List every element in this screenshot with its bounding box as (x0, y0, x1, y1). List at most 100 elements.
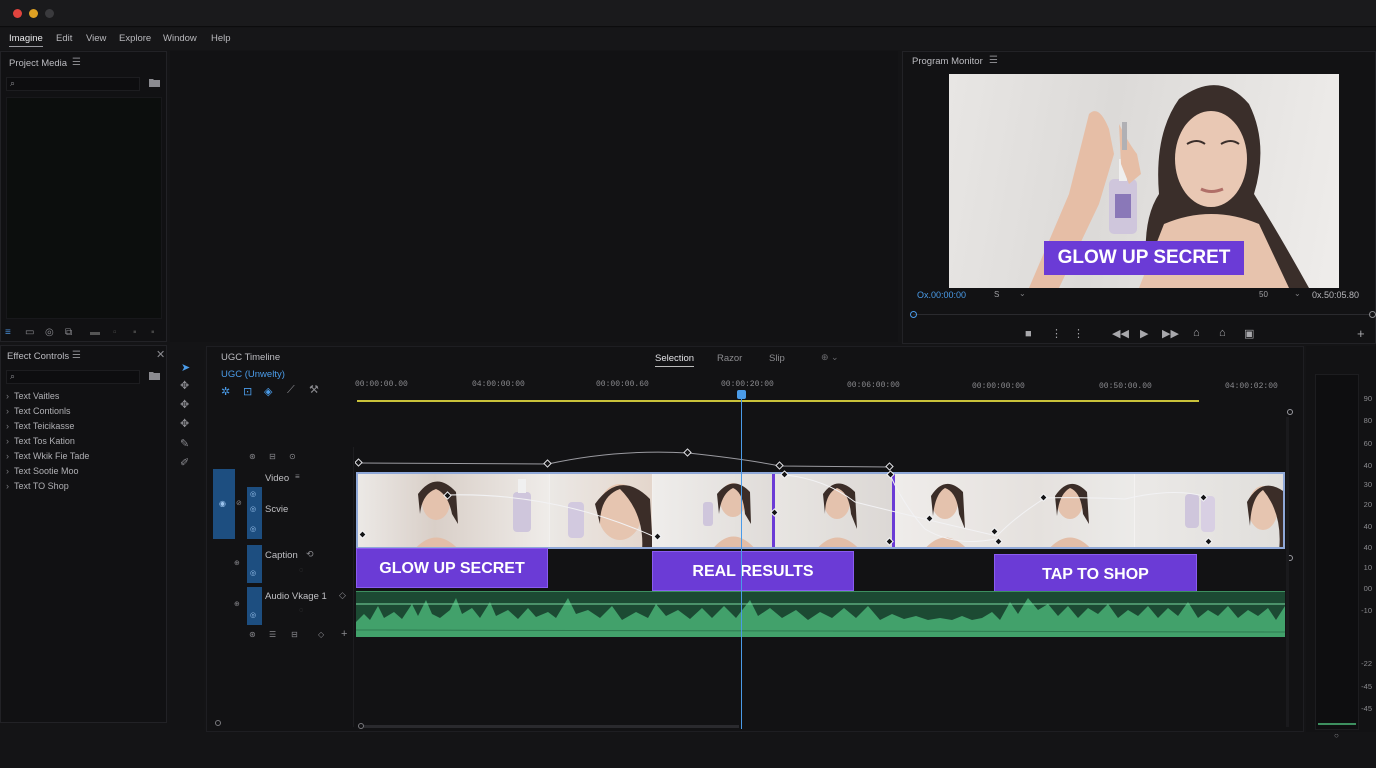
caption-clip-1[interactable]: GLOW UP SECRET (356, 548, 548, 588)
add-track-icon[interactable]: + (341, 629, 347, 640)
keyframe-nav-icon[interactable]: ◌ (299, 567, 303, 574)
razor-tool-icon[interactable]: ✥ (180, 419, 189, 430)
extract-icon[interactable]: ⌂ (1219, 327, 1226, 339)
effect-item[interactable]: › Text Tos Kation (6, 436, 164, 451)
effect-item[interactable]: › Text Wkik Fie Tade (6, 451, 164, 466)
audio-track-target[interactable]: ◎ (247, 587, 262, 625)
add-button-icon[interactable]: + (1357, 326, 1365, 341)
audio-clip[interactable] (356, 591, 1285, 637)
icon-view-icon[interactable]: ▭ (25, 328, 34, 338)
scene-track-target[interactable]: ◎ ◎ ◎ (247, 487, 262, 539)
playhead-handle[interactable] (737, 390, 746, 399)
track-select-tool-icon[interactable]: ✥ (180, 381, 189, 392)
video-track-target[interactable]: ◉ (213, 469, 235, 539)
add-marker-icon[interactable]: ◈ (264, 385, 272, 398)
track-link-icon[interactable]: ⊘ (236, 500, 242, 507)
effect-item[interactable]: › Text Vaitles (6, 391, 164, 406)
lift-icon[interactable]: ⌂ (1193, 327, 1200, 339)
maximize-window-button[interactable] (45, 9, 54, 18)
new-item-icon[interactable]: ▫ (113, 328, 117, 338)
horizontal-scrollbar[interactable] (364, 725, 739, 728)
menu-explore[interactable]: Explore (119, 33, 151, 44)
project-search-input[interactable]: ⌕ (6, 77, 140, 91)
sort-icon[interactable]: ⧉ (65, 328, 72, 338)
menu-imagine[interactable]: Imagine (9, 33, 43, 47)
track-output-icon[interactable]: ⊟ (291, 631, 298, 639)
sync-lock-icon[interactable]: ⟲ (306, 550, 314, 559)
menu-window[interactable]: Window (163, 33, 197, 44)
mode-tab-razor[interactable]: Razor (717, 353, 742, 364)
export-frame-icon[interactable]: ▣ (1244, 327, 1254, 340)
settings-wrench-icon[interactable]: ⚒ (309, 385, 319, 396)
effect-item[interactable]: › Text Contionls (6, 406, 164, 421)
track-lock-icon[interactable]: ⊕ (234, 601, 240, 608)
close-panel-icon[interactable]: ✕ (156, 350, 165, 361)
effect-item[interactable]: › Text Sootie Moo (6, 466, 164, 481)
track-lock-icon[interactable]: ⊕ (234, 560, 240, 567)
sequence-tab[interactable]: UGC (Unwelty) (221, 369, 285, 380)
panel-menu-icon[interactable]: ☰ (989, 55, 998, 66)
keyframe-icon[interactable]: ⟋ (287, 385, 295, 396)
resolution-select[interactable]: 50 (1259, 290, 1268, 299)
ripple-edit-tool-icon[interactable]: ✥ (180, 400, 189, 411)
effects-search-input[interactable]: ⌕ (6, 370, 140, 384)
minimize-window-button[interactable] (29, 9, 38, 18)
folder-icon[interactable] (149, 78, 160, 90)
panel-menu-icon[interactable]: ☰ (72, 350, 81, 361)
menu-view[interactable]: View (86, 33, 106, 44)
stop-icon[interactable]: ■ (1025, 328, 1032, 340)
snap-icon[interactable]: ✲ (221, 385, 230, 398)
caption-clip-3[interactable]: TAP TO SHOP (994, 554, 1197, 594)
play-icon[interactable]: ▶ (1140, 327, 1148, 340)
track-sync-icon[interactable]: ⊛ (249, 631, 256, 639)
folder-icon[interactable] (149, 371, 160, 383)
work-area-bar[interactable] (357, 400, 1199, 402)
track-output-icon[interactable]: ⊟ (269, 453, 276, 461)
fit-chevron-icon[interactable]: ⌄ (1019, 289, 1026, 298)
list-view-icon[interactable]: ≡ (5, 328, 11, 338)
zoom-handle-left[interactable] (215, 720, 221, 726)
playhead-line[interactable] (741, 393, 742, 729)
caption-track-target[interactable]: ◎ (247, 545, 262, 583)
track-menu-icon[interactable]: ≡ (295, 473, 300, 481)
program-scrub-bar[interactable] (913, 314, 1371, 315)
close-window-button[interactable] (13, 9, 22, 18)
program-playhead[interactable] (910, 311, 917, 318)
resolution-chevron-icon[interactable]: ⌄ (1294, 289, 1301, 298)
mark-in-icon[interactable]: ⋮ (1051, 327, 1062, 340)
selection-tool-icon[interactable]: ➤ (181, 361, 190, 374)
media-bin[interactable] (6, 97, 162, 319)
mode-tab-selection[interactable]: Selection (655, 353, 695, 367)
zoom-slider-icon[interactable]: ▬ (90, 328, 100, 338)
linked-selection-icon[interactable]: ⊡ (243, 385, 252, 398)
step-back-icon[interactable]: ◀◀ (1112, 327, 1129, 340)
step-forward-icon[interactable]: ▶▶ (1162, 327, 1179, 340)
fit-select[interactable]: S (994, 290, 999, 299)
keyframe-icon[interactable]: ◇ (318, 631, 324, 639)
mode-tab-slip[interactable]: Slip (769, 353, 785, 364)
menu-edit[interactable]: Edit (56, 33, 72, 44)
clip-keyframes[interactable] (355, 457, 1290, 557)
keyframe-nav-icon[interactable]: ◌ (299, 607, 303, 614)
track-sync-icon[interactable]: ⊛ (249, 453, 256, 461)
program-timecode[interactable]: Ox.00:00:00 (917, 290, 966, 300)
pen-tool-icon[interactable]: ✎ (180, 439, 189, 450)
keyframe-toggle-icon[interactable]: ◇ (339, 591, 346, 600)
eyedropper-tool-icon[interactable]: ✐ (180, 458, 189, 469)
panel-menu-icon[interactable]: ☰ (72, 57, 81, 68)
program-video-frame[interactable]: GLOW UP SECRET (949, 74, 1339, 288)
scrub-end-handle[interactable] (1369, 311, 1376, 318)
caption-clip-2[interactable]: REAL RESULTS (652, 551, 854, 591)
effect-item[interactable]: › Text TO Shop (6, 481, 164, 496)
track-end-marker[interactable] (1287, 409, 1293, 415)
effect-item[interactable]: › Text Teicikasse (6, 421, 164, 436)
track-list-icon[interactable]: ☰ (269, 631, 276, 639)
mark-out-icon[interactable]: ⋮ (1073, 327, 1084, 340)
track-lock-icon[interactable]: ⊙ (289, 453, 296, 461)
new-bin-icon[interactable]: ▪ (133, 328, 137, 338)
mode-options-icon[interactable]: ⊕ ⌄ (821, 352, 839, 363)
menu-help[interactable]: Help (211, 33, 231, 44)
solo-icon[interactable]: ○ (1334, 732, 1339, 740)
freeform-view-icon[interactable]: ◎ (45, 328, 54, 338)
time-ruler[interactable]: 00:00:00.00 04:00:00:00 00:00:00.60 00:0… (355, 377, 1290, 401)
